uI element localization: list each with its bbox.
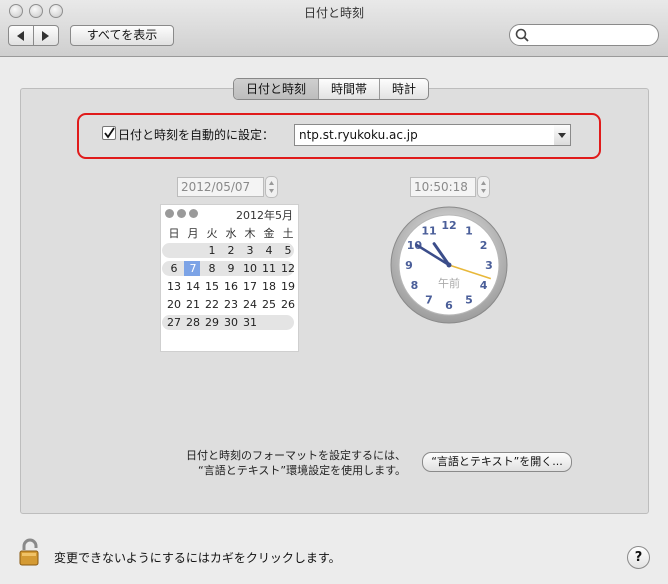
calendar-today-icon[interactable] — [177, 209, 186, 218]
clock-number: 7 — [425, 294, 433, 307]
calendar-day[interactable]: 10 — [241, 262, 259, 275]
format-note-line2: “言語とテキスト”環境設定を使用します。 — [198, 464, 406, 477]
calendar-day[interactable]: 17 — [241, 280, 259, 293]
calendar-weekday-label: 土 — [282, 227, 294, 240]
show-all-button[interactable]: すべてを表示 — [70, 25, 174, 46]
clock-number: 2 — [480, 239, 488, 252]
calendar-day[interactable]: 24 — [241, 298, 259, 311]
tab-bar: 日付と時刻 時間帯 時計 — [233, 78, 430, 100]
stepper-arrows-icon — [269, 181, 274, 193]
open-language-text-button[interactable]: “言語とテキスト”を開く... — [422, 452, 572, 472]
checkmark-icon — [104, 127, 115, 139]
calendar-day[interactable]: 16 — [222, 280, 240, 293]
calendar-day[interactable]: 1 — [203, 244, 221, 257]
window-title: 日付と時刻 — [303, 6, 364, 20]
calendar-prev-icon[interactable] — [165, 209, 174, 218]
ntp-server-dropdown-button[interactable] — [554, 124, 571, 146]
tab-date-time[interactable]: 日付と時刻 — [234, 79, 320, 99]
calendar-day[interactable]: 20 — [165, 298, 183, 311]
time-stepper[interactable] — [477, 176, 490, 198]
lock-message: 変更できないようにするにはカギをクリックします。 — [54, 551, 341, 565]
calendar-day[interactable]: 3 — [241, 244, 259, 257]
auto-time-label: 日付と時刻を自動的に設定： — [118, 128, 275, 142]
calendar-day[interactable]: 31 — [241, 316, 259, 329]
calendar-day[interactable]: 6 — [165, 262, 183, 275]
chevron-down-icon — [558, 133, 566, 138]
calendar-day[interactable]: 12 — [279, 262, 297, 275]
calendar-weekday-label: 水 — [225, 227, 237, 240]
clock-number: 4 — [480, 279, 488, 292]
calendar-day[interactable]: 11 — [260, 262, 278, 275]
calendar-day[interactable]: 21 — [184, 298, 202, 311]
calendar-day[interactable]: 15 — [203, 280, 221, 293]
clock-number: 6 — [445, 299, 453, 312]
clock-number: 10 — [407, 239, 423, 252]
calendar-day[interactable]: 23 — [222, 298, 240, 311]
calendar-day[interactable]: 19 — [279, 280, 297, 293]
auto-time-checkbox[interactable] — [102, 126, 116, 140]
calendar-weekday-label: 月 — [187, 227, 199, 240]
calendar-day[interactable]: 25 — [260, 298, 278, 311]
lock-icon[interactable] — [18, 538, 46, 568]
stepper-arrows-icon — [481, 181, 486, 193]
clock-number: 5 — [465, 294, 473, 307]
calendar-day[interactable]: 14 — [184, 280, 202, 293]
clock-number: 11 — [421, 224, 436, 237]
triangle-left-icon — [17, 31, 24, 41]
date-stepper[interactable] — [265, 176, 278, 198]
calendar-day[interactable]: 28 — [184, 316, 202, 329]
format-note-line1: 日付と時刻のフォーマットを設定するには、 — [186, 449, 406, 462]
calendar-day[interactable]: 18 — [260, 280, 278, 293]
analog-clock[interactable]: 午前 12 12 3 45678 9 10 11 — [389, 205, 509, 325]
calendar-day[interactable]: 7 — [184, 262, 202, 275]
calendar-day[interactable]: 27 — [165, 316, 183, 329]
calendar-day[interactable]: 30 — [222, 316, 240, 329]
clock-number: 1 — [465, 224, 473, 237]
calendar-day[interactable]: 9 — [222, 262, 240, 275]
format-note: 日付と時刻のフォーマットを設定するには、 “言語とテキスト”環境設定を使用します… — [170, 448, 406, 478]
help-button[interactable]: ? — [627, 546, 650, 569]
clock-ampm-label: 午前 — [438, 276, 460, 290]
calendar-day[interactable]: 2 — [222, 244, 240, 257]
clock-number: 9 — [405, 259, 413, 272]
calendar-day[interactable]: 13 — [165, 280, 183, 293]
calendar-day[interactable]: 29 — [203, 316, 221, 329]
calendar-day[interactable]: 26 — [279, 298, 297, 311]
calendar-next-icon[interactable] — [189, 209, 198, 218]
clock-number: 8 — [411, 279, 419, 292]
forward-button[interactable] — [33, 25, 59, 46]
calendar-day[interactable]: 5 — [279, 244, 297, 257]
calendar-day[interactable]: 8 — [203, 262, 221, 275]
clock-center-pin — [446, 262, 452, 268]
clock-number: 3 — [485, 259, 493, 272]
calendar-weekday-label: 日 — [168, 227, 180, 240]
calendar-day[interactable]: 22 — [203, 298, 221, 311]
calendar-weekday-label: 金 — [263, 227, 275, 240]
clock-number: 12 — [441, 219, 456, 232]
tab-clock[interactable]: 時計 — [380, 79, 428, 99]
search-input[interactable] — [530, 26, 654, 44]
calendar-day[interactable]: 4 — [260, 244, 278, 257]
calendar-month-label: 2012年5月 — [236, 209, 293, 222]
tab-time-zone[interactable]: 時間帯 — [319, 79, 381, 99]
triangle-right-icon — [42, 31, 49, 41]
calendar-weekday-label: 木 — [244, 227, 256, 240]
ntp-server-field[interactable]: ntp.st.ryukoku.ac.jp — [294, 124, 560, 146]
search-field[interactable] — [509, 24, 659, 46]
calendar-weekday-label: 火 — [206, 227, 218, 240]
date-field[interactable]: 2012/05/07 — [177, 177, 264, 197]
back-button[interactable] — [8, 25, 34, 46]
time-field[interactable]: 10:50:18 — [410, 177, 476, 197]
